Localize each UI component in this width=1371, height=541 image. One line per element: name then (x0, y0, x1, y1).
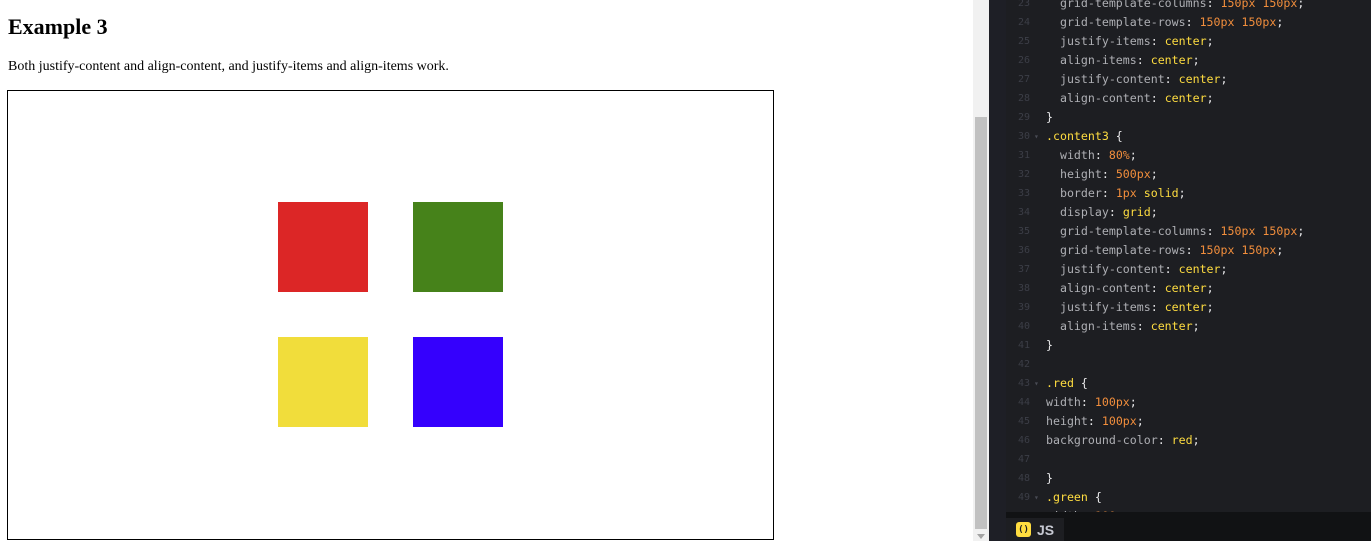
green-square (413, 202, 503, 292)
fold-arrow-icon[interactable]: ▾ (1034, 488, 1039, 507)
line-number: 26 (1017, 55, 1030, 66)
description-text: Both justify-content and align-content, … (8, 59, 449, 74)
line-number: 48 (1017, 473, 1030, 484)
code-text: .red { (1046, 376, 1088, 390)
code-text: justify-content: center; (1059, 262, 1228, 276)
line-number: 45 (1017, 416, 1030, 427)
preview-scrollbar[interactable] (973, 0, 989, 541)
pane-divider[interactable] (989, 0, 1006, 541)
braces-icon: () (1016, 522, 1031, 537)
fold-arrow-icon[interactable]: ▾ (1034, 374, 1039, 393)
scrollbar-thumb[interactable] (975, 117, 987, 529)
code-text: align-content: center; (1059, 281, 1214, 295)
code-text: } (1046, 338, 1053, 352)
code-text: display: grid; (1059, 205, 1158, 219)
line-number: 40 (1017, 321, 1030, 332)
blue-square (413, 337, 503, 427)
line-number: 32 (1017, 169, 1030, 180)
line-number: 38 (1017, 283, 1030, 294)
code-text: align-content: center; (1059, 91, 1214, 105)
line-number: 41 (1017, 340, 1030, 351)
code-text: width: 80%; (1059, 148, 1137, 162)
line-number: 34 (1017, 207, 1030, 218)
code-text: width: 100px; (1046, 395, 1137, 409)
editor-statusbar: () JS (1006, 512, 1371, 541)
line-number: 25 (1017, 36, 1030, 47)
tab-js-label: JS (1037, 521, 1055, 538)
line-number: 33 (1017, 188, 1030, 199)
preview-pane: Example 3 Both justify-content and align… (0, 0, 973, 541)
code-text: align-items: center; (1059, 319, 1200, 333)
page-heading: Example 3 (8, 14, 108, 39)
code-text: } (1046, 110, 1053, 124)
code-text: align-items: center; (1059, 53, 1200, 67)
fold-arrow-icon[interactable]: ▾ (1034, 127, 1039, 146)
line-number: 47 (1017, 454, 1030, 465)
code-text: justify-items: center; (1059, 300, 1214, 314)
line-number: 35 (1017, 226, 1030, 237)
scroll-down-arrow-icon[interactable] (977, 534, 985, 539)
line-number: 24 (1017, 17, 1030, 28)
line-number: 28 (1017, 93, 1030, 104)
code-text: justify-content: center; (1059, 72, 1228, 86)
code-text: .content3 { (1046, 129, 1123, 143)
code-text: grid-template-columns: 150px 150px; (1059, 224, 1305, 238)
tab-js[interactable]: () JS (1006, 518, 1064, 541)
line-number: 49 (1017, 492, 1030, 503)
code-text: justify-items: center; (1059, 34, 1214, 48)
red-square (278, 202, 368, 292)
line-number: 23 (1017, 0, 1030, 9)
line-number: 46 (1017, 435, 1030, 446)
code-text: } (1046, 471, 1053, 485)
grid-container (7, 90, 774, 540)
line-number: 39 (1017, 302, 1030, 313)
code-text: background-color: red; (1046, 433, 1200, 447)
code-text: .green { (1046, 490, 1102, 504)
code-text: grid-template-rows: 150px 150px; (1059, 243, 1284, 257)
line-number: 29 (1017, 112, 1030, 123)
line-number: 27 (1017, 74, 1030, 85)
line-number: 43 (1017, 378, 1030, 389)
line-number: 30 (1017, 131, 1030, 142)
yellow-square (278, 337, 368, 427)
code-text: grid-template-rows: 150px 150px; (1059, 15, 1284, 29)
line-number: 36 (1017, 245, 1030, 256)
code-text: border: 1px solid; (1059, 186, 1186, 200)
code-text: grid-template-columns: 150px 150px; (1059, 0, 1305, 10)
line-number: 42 (1017, 359, 1030, 370)
code-text: height: 500px; (1059, 167, 1158, 181)
line-number: 44 (1017, 397, 1030, 408)
line-number: 31 (1017, 150, 1030, 161)
line-number: 37 (1017, 264, 1030, 275)
code-text: height: 100px; (1046, 414, 1144, 428)
code-editor[interactable]: 23 grid-template-columns: 150px 150px; 24… (1006, 0, 1371, 512)
